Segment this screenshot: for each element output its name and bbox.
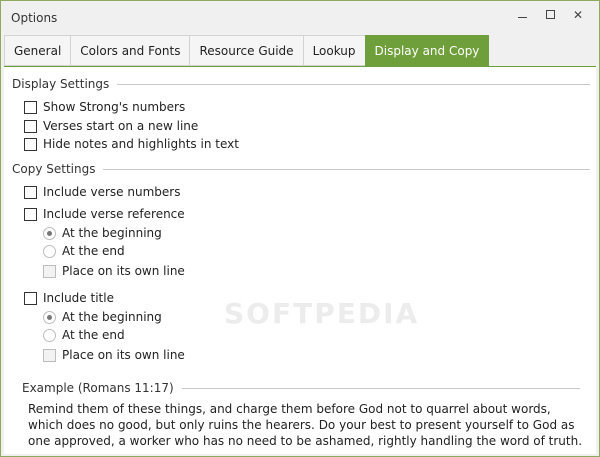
- tab-display-and-copy[interactable]: Display and Copy: [364, 35, 490, 66]
- show-strongs-numbers-checkbox[interactable]: [24, 100, 37, 114]
- minimize-button[interactable]: [508, 5, 536, 25]
- example-text: Remind them of these things, and charge …: [28, 402, 583, 448]
- option-label: Verses start on a new line: [43, 119, 199, 133]
- option-label: Hide notes and highlights in text: [43, 137, 239, 151]
- reference-own-line-checkbox[interactable]: [43, 264, 56, 278]
- tab-resource-guide[interactable]: Resource Guide: [189, 35, 303, 66]
- option-label: Include verse numbers: [43, 185, 181, 199]
- maximize-icon: [545, 10, 555, 19]
- tab-colors-and-fonts[interactable]: Colors and Fonts: [70, 35, 190, 66]
- include-verse-reference-checkbox[interactable]: [24, 207, 37, 221]
- close-icon: ✕: [572, 8, 584, 22]
- reference-at-beginning-option[interactable]: At the beginning: [43, 224, 162, 242]
- title-at-end-option[interactable]: At the end: [43, 326, 125, 344]
- option-label: At the beginning: [62, 226, 162, 240]
- include-verse-numbers-option[interactable]: Include verse numbers: [24, 183, 180, 201]
- include-title-option[interactable]: Include title: [24, 289, 114, 307]
- option-label: At the beginning: [62, 310, 162, 324]
- title-bar[interactable]: Options ✕: [1, 1, 599, 35]
- verses-new-line-checkbox[interactable]: [24, 119, 37, 133]
- title-at-end-radio[interactable]: [43, 328, 56, 342]
- option-label: Include title: [43, 291, 114, 305]
- display-and-copy-panel: Display Settings Show Strong's numbers V…: [4, 66, 596, 454]
- title-own-line-checkbox[interactable]: [43, 348, 56, 362]
- option-label: Place on its own line: [62, 348, 185, 362]
- divider: [181, 387, 580, 389]
- display-settings-header: Display Settings: [12, 77, 590, 91]
- display-settings-label: Display Settings: [12, 77, 110, 91]
- options-window: Options ✕ General Colors and Fonts Resou…: [0, 0, 600, 457]
- tab-general[interactable]: General: [4, 35, 71, 66]
- copy-settings-label: Copy Settings: [12, 162, 96, 176]
- divider: [103, 168, 590, 170]
- window-title: Options: [11, 11, 58, 25]
- option-label: Include verse reference: [43, 207, 185, 221]
- title-at-beginning-radio[interactable]: [43, 310, 56, 324]
- option-label: At the end: [62, 328, 125, 342]
- option-label: Show Strong's numbers: [43, 100, 186, 114]
- example-header: Example (Romans 11:17): [22, 381, 580, 395]
- option-label: Place on its own line: [62, 264, 185, 278]
- verses-new-line-option[interactable]: Verses start on a new line: [24, 117, 198, 135]
- tab-bar: General Colors and Fonts Resource Guide …: [4, 35, 598, 66]
- include-verse-numbers-checkbox[interactable]: [24, 185, 37, 199]
- include-verse-reference-option[interactable]: Include verse reference: [24, 205, 185, 223]
- watermark: SOFTPEDIA: [224, 297, 420, 330]
- copy-settings-header: Copy Settings: [12, 162, 590, 176]
- maximize-button[interactable]: [536, 5, 564, 25]
- hide-notes-option[interactable]: Hide notes and highlights in text: [24, 135, 239, 153]
- minimize-icon: [517, 17, 527, 18]
- example-label: Example (Romans 11:17): [22, 381, 174, 395]
- hide-notes-checkbox[interactable]: [24, 137, 37, 151]
- reference-own-line-option[interactable]: Place on its own line: [43, 262, 185, 280]
- close-button[interactable]: ✕: [564, 5, 592, 25]
- show-strongs-numbers-option[interactable]: Show Strong's numbers: [24, 98, 185, 116]
- include-title-checkbox[interactable]: [24, 291, 37, 305]
- title-at-beginning-option[interactable]: At the beginning: [43, 308, 162, 326]
- tab-lookup[interactable]: Lookup: [302, 35, 365, 66]
- reference-at-beginning-radio[interactable]: [43, 226, 56, 240]
- title-own-line-option[interactable]: Place on its own line: [43, 346, 185, 364]
- divider: [117, 83, 590, 85]
- option-label: At the end: [62, 244, 125, 258]
- reference-at-end-option[interactable]: At the end: [43, 242, 125, 260]
- reference-at-end-radio[interactable]: [43, 244, 56, 258]
